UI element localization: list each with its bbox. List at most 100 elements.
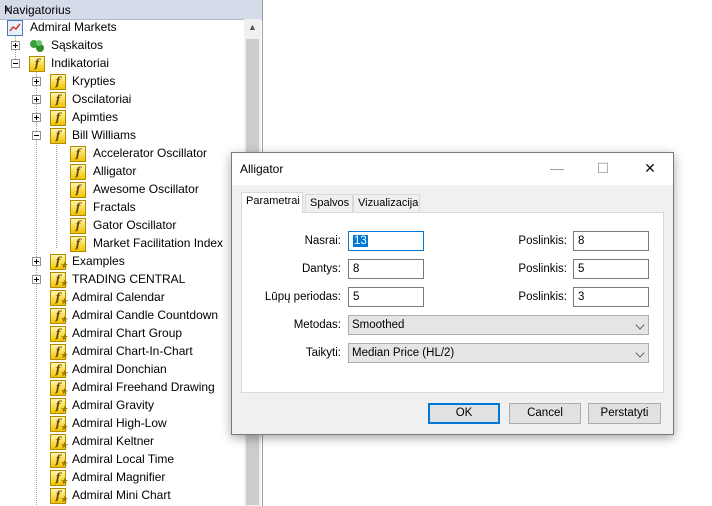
tree-item-accounts[interactable]: Sąskaitos xyxy=(0,37,244,55)
expand-plus-icon[interactable] xyxy=(32,95,41,104)
f-star-function-icon: f xyxy=(50,326,68,344)
tree-item-label: Admiral Calendar xyxy=(72,290,165,304)
f-star-function-icon: f xyxy=(50,362,68,380)
f-star-function-icon: f xyxy=(50,470,68,488)
teeth-shift-label: Poslinkis: xyxy=(518,263,567,275)
tree-item-indicators[interactable]: f Indikatoriai xyxy=(0,55,244,73)
teeth-period-input[interactable]: 8 xyxy=(348,259,424,279)
tree-item-group[interactable]: f Apimties xyxy=(0,109,244,127)
tree-item-indicator[interactable]: f Alligator xyxy=(0,163,244,181)
tree-item-indicator[interactable]: f Accelerator Oscillator xyxy=(0,145,244,163)
lips-shift-input[interactable]: 3 xyxy=(573,287,649,307)
f-function-icon: f xyxy=(70,218,86,234)
tree-item-label: Admiral Donchian xyxy=(72,362,167,376)
tree-item-label: Admiral Freehand Drawing xyxy=(72,380,215,394)
jaw-shift-input[interactable]: 8 xyxy=(573,231,649,251)
tree-item-label: TRADING CENTRAL xyxy=(72,272,186,286)
f-function-icon: f xyxy=(50,110,66,126)
terminal-icon xyxy=(7,20,23,36)
tree-item-trading-central[interactable]: f TRADING CENTRAL xyxy=(0,271,244,290)
apply-to-label: Taikyti: xyxy=(305,347,341,359)
cancel-button[interactable]: Cancel xyxy=(509,403,581,424)
scroll-up-icon[interactable]: ▲ xyxy=(244,19,261,36)
navigator-panel: Navigatorius × Admiral Markets Sąskaitos… xyxy=(0,0,263,506)
tree-item-indicator[interactable]: f Gator Oscillator xyxy=(0,217,244,235)
navigator-close-icon[interactable]: × xyxy=(4,3,257,17)
tab-vizualizacija[interactable]: Vizualizacija xyxy=(353,194,420,212)
tree-item-label: Apimties xyxy=(72,110,119,124)
collapse-minus-icon[interactable] xyxy=(32,131,41,140)
dialog-titlebar: Alligator — ☐ ✕ xyxy=(232,153,673,185)
tree-item-indicator[interactable]: f Fractals xyxy=(0,199,244,217)
f-function-icon: f xyxy=(70,146,86,162)
tree-item-custom-indicator[interactable]: f Admiral Chart Group xyxy=(0,325,244,344)
tree-item-label: Admiral Magnifier xyxy=(72,470,166,484)
tree-item-label: Fractals xyxy=(93,200,136,214)
f-function-icon: f xyxy=(70,200,86,216)
tree-item-custom-indicator[interactable]: f Admiral Chart-In-Chart xyxy=(0,343,244,362)
tree-item-root[interactable]: Admiral Markets xyxy=(0,19,244,37)
expand-plus-icon[interactable] xyxy=(32,257,41,266)
expand-plus-icon[interactable] xyxy=(32,77,41,86)
f-function-icon: f xyxy=(50,128,66,144)
f-function-icon: f xyxy=(29,56,45,72)
tree-item-label: Awesome Oscillator xyxy=(93,182,199,196)
apply-to-select-value: Median Price (HL/2) xyxy=(352,347,455,359)
tree-item-label: Gator Oscillator xyxy=(93,218,177,232)
tree-item-custom-indicator[interactable]: f Admiral Candle Countdown xyxy=(0,307,244,326)
close-icon[interactable]: ✕ xyxy=(627,153,673,185)
parameters-panel: Nasrai: 13 Poslinkis: 8 Dantys: 8 Poslin… xyxy=(241,212,664,393)
tree-item-label: Indikatoriai xyxy=(51,56,110,70)
tree-item-custom-indicator[interactable]: f Admiral Keltner xyxy=(0,433,244,452)
f-star-function-icon: f xyxy=(50,488,68,506)
reset-button[interactable]: Perstatyti xyxy=(588,403,661,424)
accounts-icon xyxy=(29,38,45,54)
tree-item-label: Admiral Mini Chart xyxy=(72,488,171,502)
tab-spalvos[interactable]: Spalvos xyxy=(305,194,353,212)
expand-plus-icon[interactable] xyxy=(32,113,41,122)
tree-item-group[interactable]: f Oscilatoriai xyxy=(0,91,244,109)
expand-plus-icon[interactable] xyxy=(32,275,41,284)
navigator-titlebar: Navigatorius × xyxy=(0,0,262,20)
tree-item-examples[interactable]: f Examples xyxy=(0,253,244,272)
f-function-icon: f xyxy=(70,182,86,198)
tree-item-custom-indicator[interactable]: f Admiral Gravity xyxy=(0,397,244,416)
tree-item-custom-indicator[interactable]: f Admiral Calendar xyxy=(0,289,244,308)
tree-item-custom-indicator[interactable]: f Admiral Freehand Drawing xyxy=(0,379,244,398)
f-function-icon: f xyxy=(70,236,86,252)
tree-item-custom-indicator[interactable]: f Admiral Mini Chart xyxy=(0,487,244,506)
f-star-function-icon: f xyxy=(50,380,68,398)
f-function-icon: f xyxy=(50,74,66,90)
apply-to-select[interactable]: Median Price (HL/2) xyxy=(348,343,649,363)
dialog-title: Alligator xyxy=(240,162,284,176)
tab-parametrai[interactable]: Parametrai xyxy=(241,192,303,213)
tree-item-indicator[interactable]: f Market Facilitation Index xyxy=(0,235,244,253)
tree-item-indicator[interactable]: f Awesome Oscillator xyxy=(0,181,244,199)
f-function-icon: f xyxy=(50,92,66,108)
chevron-down-icon xyxy=(635,348,645,358)
tree-item-label: Accelerator Oscillator xyxy=(93,146,208,160)
tree-item-label: Admiral Local Time xyxy=(72,452,175,466)
tree-item-custom-indicator[interactable]: f Admiral Local Time xyxy=(0,451,244,470)
lips-period-input[interactable]: 5 xyxy=(348,287,424,307)
maximize-icon[interactable]: ☐ xyxy=(580,153,626,185)
expand-plus-icon[interactable] xyxy=(11,41,20,50)
tree-item-custom-indicator[interactable]: f Admiral Donchian xyxy=(0,361,244,380)
minimize-icon[interactable]: — xyxy=(534,153,580,185)
f-star-function-icon: f xyxy=(50,452,68,470)
tree-item-label: Sąskaitos xyxy=(51,38,104,52)
navigator-tree: Admiral Markets Sąskaitos f Indikatoriai… xyxy=(0,19,244,506)
tree-item-custom-indicator[interactable]: f Admiral High-Low xyxy=(0,415,244,434)
chevron-down-icon xyxy=(635,320,645,330)
alligator-dialog: Alligator — ☐ ✕ Parametrai Spalvos Vizua… xyxy=(231,152,674,435)
collapse-minus-icon[interactable] xyxy=(11,59,20,68)
tree-item-group[interactable]: f Bill Williams xyxy=(0,127,244,145)
teeth-shift-input[interactable]: 5 xyxy=(573,259,649,279)
tree-item-custom-indicator[interactable]: f Admiral Magnifier xyxy=(0,469,244,488)
tree-item-group[interactable]: f Krypties xyxy=(0,73,244,91)
ok-button[interactable]: OK xyxy=(428,403,500,424)
jaw-period-input[interactable]: 13 xyxy=(348,231,424,251)
method-select[interactable]: Smoothed xyxy=(348,315,649,335)
tree-item-label: Examples xyxy=(72,254,125,268)
f-star-function-icon: f xyxy=(50,434,68,452)
